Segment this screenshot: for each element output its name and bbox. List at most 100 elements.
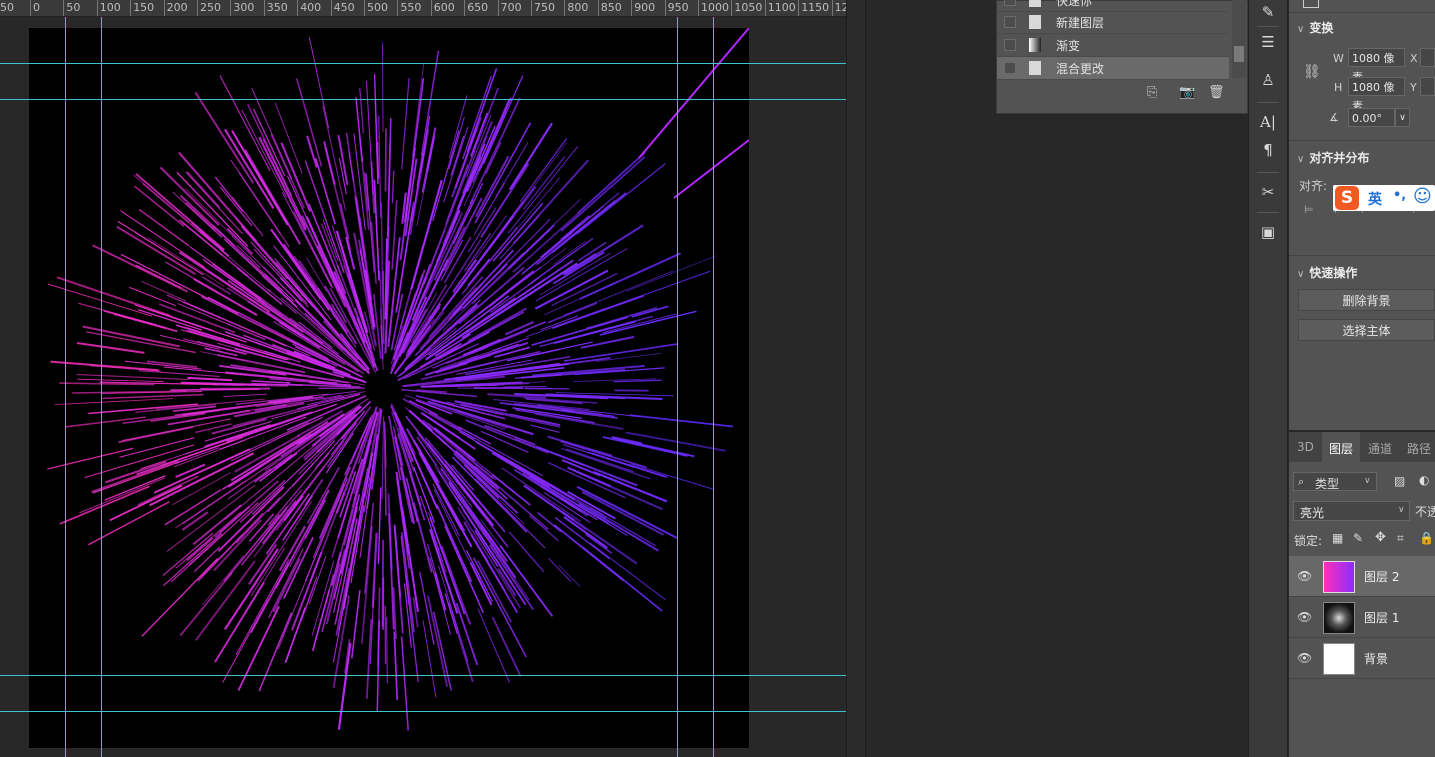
eye-icon[interactable]: 👁 <box>1297 569 1312 583</box>
ime-toolbar[interactable]: S 英 •, ☺ <box>1333 185 1435 211</box>
ruler-tick-label: 1100 <box>767 1 796 14</box>
tools-icon[interactable]: ✂ <box>1258 182 1278 202</box>
layer-row[interactable]: 👁 图层 1 <box>1289 597 1435 638</box>
burst-ray <box>86 331 196 354</box>
burst-ray <box>162 532 214 577</box>
height-field[interactable]: 1080 像素 <box>1348 77 1405 113</box>
burst-ray <box>284 607 306 663</box>
angle-dropdown[interactable]: ∨ <box>1395 108 1410 127</box>
guide-line[interactable] <box>0 99 846 100</box>
adjustment-filter-icon[interactable]: ◐ <box>1419 473 1429 487</box>
ime-punctuation-toggle[interactable]: •, <box>1393 188 1406 203</box>
burst-ray <box>251 380 291 384</box>
burst-ray <box>520 232 574 276</box>
layer-row-selected[interactable]: 👁 图层 2 <box>1289 556 1435 597</box>
tab-3d[interactable]: 3D <box>1297 440 1314 454</box>
width-field[interactable]: 1080 像素 <box>1348 48 1405 84</box>
divider <box>1257 212 1279 213</box>
x-field[interactable] <box>1420 48 1435 67</box>
ruler-tick <box>597 0 599 16</box>
horizontal-ruler[interactable]: 50 0 50 100 150 200 250 300 350 400 450 500 550 600 65… <box>0 0 846 17</box>
burst-ray <box>181 221 223 256</box>
transform-section-title[interactable]: ∨ 变换 <box>1297 19 1333 36</box>
lock-position-icon[interactable]: ✥ <box>1375 530 1386 545</box>
canvas-scrollbar[interactable] <box>846 0 866 757</box>
select-subject-button[interactable]: 选择主体 <box>1298 319 1435 341</box>
burst-ray <box>102 393 204 400</box>
tab-channels[interactable]: 通道 <box>1368 440 1392 457</box>
image-filter-icon[interactable]: ▨ <box>1394 474 1405 488</box>
ime-emoji-icon[interactable]: ☺ <box>1413 186 1432 207</box>
tab-paths[interactable]: 路径 <box>1407 440 1431 457</box>
adjustments-icon[interactable]: ☰ <box>1258 32 1278 52</box>
history-checkbox[interactable] <box>1004 16 1016 28</box>
guide-line[interactable] <box>0 63 846 64</box>
burst-rays <box>47 36 734 731</box>
link-icon[interactable]: ⛓ <box>1303 64 1321 80</box>
sogou-logo-icon[interactable]: S <box>1335 186 1359 210</box>
guide-line[interactable] <box>65 17 66 757</box>
burst-ray <box>630 414 734 428</box>
y-field[interactable] <box>1420 77 1435 96</box>
eye-icon[interactable]: 👁 <box>1297 651 1312 665</box>
guide-line[interactable] <box>0 675 846 676</box>
burst-ray <box>219 75 271 171</box>
burst-ray <box>204 347 238 357</box>
history-scrollbar[interactable] <box>1232 0 1246 78</box>
guide-line[interactable] <box>0 711 846 712</box>
lock-artboard-icon[interactable]: ⌗ <box>1397 531 1404 546</box>
canvas-area[interactable] <box>0 17 846 757</box>
snapshot-icon[interactable]: 📷 <box>1179 85 1195 100</box>
history-checkbox[interactable] <box>1004 0 1016 6</box>
burst-ray <box>322 219 339 261</box>
character-icon[interactable]: A| <box>1258 112 1278 132</box>
chevron-down-icon: ∨ <box>1398 505 1405 515</box>
burst-ray <box>190 222 225 252</box>
lock-all-icon[interactable]: 🔒 <box>1419 531 1434 545</box>
burst-ray <box>116 225 196 275</box>
align-title-text: 对齐并分布 <box>1309 151 1370 165</box>
history-checkbox[interactable] <box>1004 39 1016 51</box>
burst-ray <box>377 487 382 564</box>
layer-filter-select[interactable]: ⌕ 类型 ∨ <box>1293 472 1377 491</box>
angle-field[interactable]: 0.00° <box>1348 108 1395 127</box>
burst-ray <box>401 388 478 398</box>
tab-layers[interactable]: 图层 <box>1329 440 1353 457</box>
stamp-icon[interactable]: ♙ <box>1258 70 1278 90</box>
history-item[interactable]: 渐变 <box>997 34 1229 57</box>
burst-ray <box>280 142 312 212</box>
history-checkbox[interactable] <box>1004 62 1016 74</box>
align-section-title[interactable]: ∨ 对齐并分布 <box>1297 149 1369 166</box>
quick-actions-section-title[interactable]: ∨ 快速操作 <box>1297 264 1357 281</box>
burst-ray <box>387 237 401 347</box>
new-document-from-state-icon[interactable]: ⎘ <box>1147 85 1157 100</box>
burst-ray <box>448 95 468 159</box>
guide-line[interactable] <box>677 17 678 757</box>
brush-icon[interactable]: ✎ <box>1258 2 1278 22</box>
align-left-icon[interactable]: ⊨ <box>1304 203 1314 216</box>
layer-thumbnail <box>1323 602 1355 634</box>
document-canvas[interactable] <box>29 28 749 748</box>
blend-mode-select[interactable]: 亮光 ∨ <box>1293 501 1410 521</box>
guide-line[interactable] <box>101 17 102 757</box>
lock-transparent-icon[interactable]: ▦ <box>1332 531 1343 545</box>
burst-ray <box>314 158 336 225</box>
burst-ray <box>377 587 381 667</box>
layer-row[interactable]: 👁 背景 <box>1289 638 1435 679</box>
scroll-thumb[interactable] <box>1234 46 1244 62</box>
guide-line[interactable] <box>713 17 714 757</box>
history-item-selected[interactable]: 混合更改 <box>997 57 1229 80</box>
remove-background-button[interactable]: 删除背景 <box>1298 289 1435 311</box>
burst-ray <box>134 185 185 227</box>
libraries-icon[interactable]: ▣ <box>1258 222 1278 242</box>
lock-pixels-icon[interactable]: ✎ <box>1353 531 1363 545</box>
burst-ray <box>548 558 572 582</box>
angle-icon: ∡ <box>1329 111 1339 124</box>
trash-icon[interactable]: 🗑 <box>1208 85 1225 100</box>
eye-icon[interactable]: 👁 <box>1297 610 1312 624</box>
ime-language-toggle[interactable]: 英 <box>1368 189 1382 209</box>
paragraph-icon[interactable]: ¶ <box>1258 140 1278 160</box>
burst-ray <box>425 136 436 173</box>
burst-ray <box>411 209 461 322</box>
history-item[interactable]: 新建图层 <box>997 11 1229 34</box>
